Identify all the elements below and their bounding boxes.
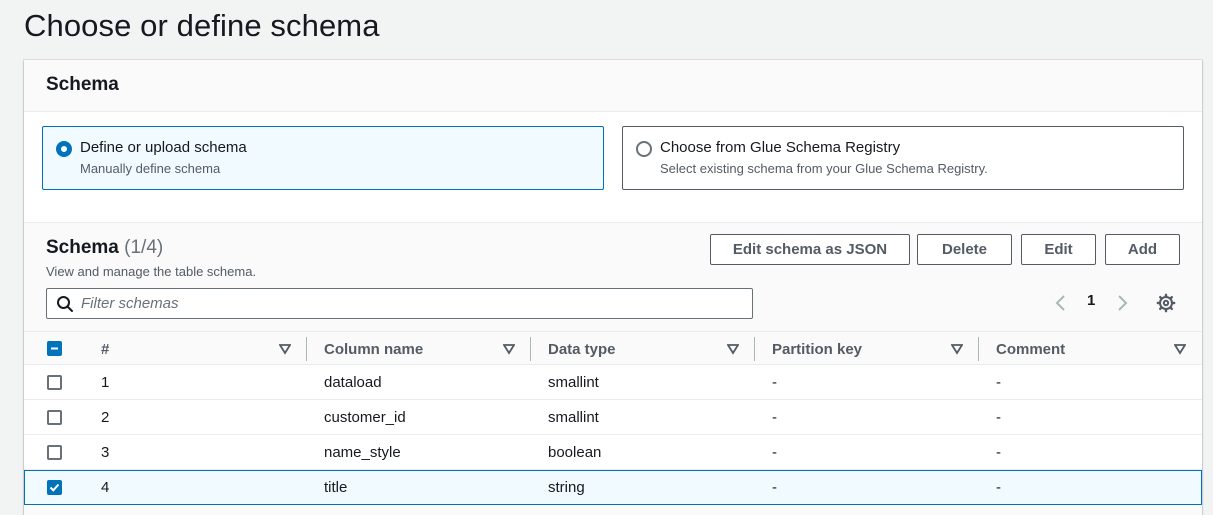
option-title: Define or upload schema (80, 139, 247, 156)
option-define-upload-schema[interactable]: Define or upload schema Manually define … (42, 126, 604, 190)
column-header-data-type[interactable]: Data type (548, 332, 616, 366)
column-header-number[interactable]: # (101, 332, 109, 366)
cell-number: 1 (101, 374, 110, 391)
cell-data-type: boolean (548, 444, 602, 461)
chevron-right-icon[interactable] (1115, 293, 1129, 313)
table-row[interactable]: 1 dataload smallint - - (24, 365, 1202, 400)
cell-comment: - (996, 409, 1001, 426)
edit-button[interactable]: Edit (1021, 234, 1096, 265)
row-checkbox[interactable] (47, 445, 62, 460)
table-row[interactable]: 2 customer_id smallint - - (24, 400, 1202, 435)
cell-data-type: smallint (548, 374, 599, 391)
page-title: Choose or define schema (24, 8, 380, 43)
table-title: Schema (1/4) (46, 237, 163, 259)
cell-number: 4 (101, 479, 110, 496)
table-title-text: Schema (46, 237, 119, 258)
option-description: Select existing schema from your Glue Sc… (660, 161, 988, 176)
cell-comment: - (996, 444, 1001, 461)
cell-data-type: smallint (548, 409, 599, 426)
table-description: View and manage the table schema. (46, 264, 257, 279)
filter-schemas-input[interactable]: Filter schemas (46, 288, 753, 319)
cell-partition-key: - (772, 374, 777, 391)
delete-button[interactable]: Delete (917, 234, 1012, 265)
column-header-column-name[interactable]: Column name (324, 332, 423, 366)
cell-column-name: name_style (324, 444, 401, 461)
row-checkbox-checked[interactable] (47, 480, 62, 495)
gear-icon[interactable] (1156, 293, 1176, 313)
cell-number: 3 (101, 444, 110, 461)
add-button[interactable]: Add (1105, 234, 1180, 265)
table-header: # Column name Data type Partition key Co… (24, 331, 1202, 365)
filter-placeholder: Filter schemas (81, 295, 179, 312)
cell-data-type: string (548, 479, 585, 496)
column-header-partition-key[interactable]: Partition key (772, 332, 862, 366)
cell-partition-key: - (772, 479, 777, 496)
select-all-checkbox[interactable] (47, 341, 62, 356)
table-row[interactable]: 3 name_style boolean - - (24, 435, 1202, 470)
chevron-left-icon[interactable] (1054, 293, 1068, 313)
cell-partition-key: - (772, 409, 777, 426)
caret-down-icon[interactable] (503, 343, 515, 355)
schema-panel: Schema Define or upload schema Manually … (24, 60, 1202, 515)
row-checkbox[interactable] (47, 410, 62, 425)
panel-header: Schema (24, 60, 1202, 112)
option-glue-schema-registry[interactable]: Choose from Glue Schema Registry Select … (622, 126, 1184, 190)
table-count: (1/4) (124, 237, 164, 258)
cell-comment: - (996, 374, 1001, 391)
cell-column-name: customer_id (324, 409, 406, 426)
table-row-selected[interactable]: 4 title string - - (24, 470, 1202, 505)
cell-column-name: title (324, 479, 348, 496)
current-page[interactable]: 1 (1087, 292, 1095, 309)
caret-down-icon[interactable] (951, 343, 963, 355)
edit-schema-json-button[interactable]: Edit schema as JSON (710, 234, 910, 265)
radio-selected-icon[interactable] (56, 141, 72, 157)
caret-down-icon[interactable] (279, 343, 291, 355)
row-checkbox[interactable] (47, 375, 62, 390)
cell-column-name: dataload (324, 374, 382, 391)
caret-down-icon[interactable] (727, 343, 739, 355)
caret-down-icon[interactable] (1174, 343, 1186, 355)
search-icon (57, 296, 73, 312)
cell-partition-key: - (772, 444, 777, 461)
column-header-comment[interactable]: Comment (996, 332, 1065, 366)
radio-unselected-icon[interactable] (636, 141, 652, 157)
schema-table-section: Schema (1/4) View and manage the table s… (24, 222, 1202, 515)
cell-comment: - (996, 479, 1001, 496)
option-title: Choose from Glue Schema Registry (660, 139, 901, 156)
option-description: Manually define schema (80, 161, 221, 176)
cell-number: 2 (101, 409, 110, 426)
